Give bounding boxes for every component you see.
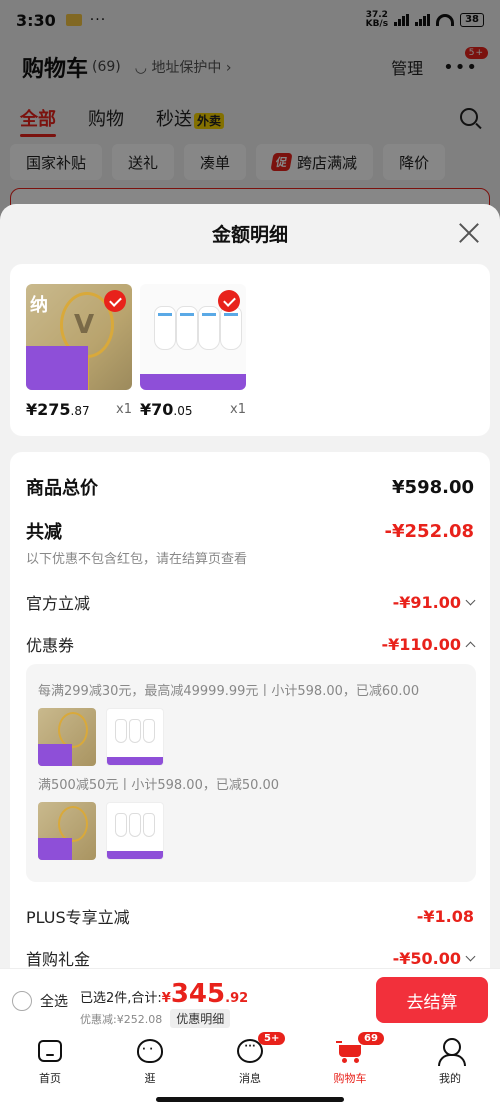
- row-first-purchase[interactable]: 首购礼金 -¥50.00: [26, 946, 476, 968]
- coupon-thumb-racket: [38, 708, 96, 766]
- total-amount: 345: [170, 979, 226, 1009]
- home-indicator[interactable]: [156, 1097, 344, 1102]
- product-image-socks: [140, 284, 246, 390]
- discount-note: 以下优惠不包含红包，请在结算页查看: [26, 552, 248, 567]
- amount-detail-card: 商品总价 ¥598.00 共减 -¥252.08 以下优惠不包含红包，请在结算页…: [10, 452, 490, 968]
- browse-icon: [137, 1039, 163, 1063]
- plus-discount-value: -¥1.08: [416, 906, 474, 926]
- tabbar-me[interactable]: 我的: [400, 1030, 500, 1090]
- product-qty: x1: [116, 402, 132, 417]
- cart-badge: 69: [358, 1032, 384, 1045]
- checkout-button[interactable]: 去结算: [376, 977, 488, 1023]
- row-coupon[interactable]: 优惠券 -¥110.00: [26, 632, 476, 656]
- product-image-racket: V 纳: [26, 284, 132, 390]
- product-price: ¥275.87: [26, 400, 90, 419]
- discount-total-value: -¥252.08: [384, 520, 474, 542]
- coupon-detail-box: 每满299减30元，最高减49999.99元丨小计598.00，已减60.00 …: [26, 664, 476, 882]
- product-socks[interactable]: ¥70.05 x1: [140, 284, 246, 419]
- coupon-thumb-racket: [38, 802, 96, 860]
- row-plus-discount: PLUS专享立减 -¥1.08: [26, 906, 474, 928]
- row-total: 商品总价 ¥598.00: [26, 476, 474, 500]
- tabbar-messages[interactable]: ··· 消息 5+: [200, 1030, 300, 1090]
- first-purchase-value: -¥50.00: [393, 949, 476, 968]
- home-icon: [38, 1040, 62, 1062]
- chevron-down-icon: [465, 595, 476, 605]
- tabbar-browse[interactable]: 逛: [100, 1030, 200, 1090]
- bottom-tab-bar: 首页 逛 ··· 消息 5+ 购物车 69 我的: [0, 1030, 500, 1090]
- select-all-label[interactable]: 全选: [40, 991, 68, 1011]
- coupon-rule-1: 每满299减30元，最高减49999.99元丨小计598.00，已减60.00: [38, 684, 420, 699]
- chevron-down-icon: [465, 951, 476, 961]
- product-qty: x1: [230, 402, 246, 417]
- close-icon[interactable]: [456, 220, 482, 246]
- tabbar-cart[interactable]: 购物车 69: [300, 1030, 400, 1090]
- check-icon: [218, 290, 240, 312]
- checkout-bar: 全选 已选2件,合计: ¥ 345 .92 优惠减:¥252.08 优惠明细 去…: [0, 968, 500, 1030]
- product-price: ¥70.05: [140, 400, 193, 419]
- chevron-up-icon: [465, 641, 476, 651]
- row-discount-total: 共减 -¥252.08: [26, 520, 474, 544]
- check-icon: [104, 290, 126, 312]
- selected-total: 已选2件,合计: ¥ 345 .92: [80, 979, 249, 1009]
- row-official-discount[interactable]: 官方立减 -¥91.00: [26, 590, 476, 614]
- select-all-radio[interactable]: [12, 991, 32, 1011]
- coupon-thumb-socks: [106, 802, 164, 860]
- coupon-value: -¥110.00: [381, 635, 476, 654]
- coupon-thumb-socks: [106, 708, 164, 766]
- coupon-rule-2: 满500减50元丨小计598.00，已减50.00: [38, 778, 280, 793]
- messages-badge: 5+: [258, 1032, 286, 1045]
- product-racket[interactable]: V 纳 ¥275.87 x1: [26, 284, 132, 419]
- discount-detail-button[interactable]: 优惠明细: [170, 1009, 231, 1028]
- sheet-title: 金额明细: [211, 224, 288, 246]
- total-value: ¥598.00: [392, 476, 474, 498]
- official-discount-value: -¥91.00: [393, 593, 476, 612]
- amount-detail-sheet: 金额明细 V 纳 ¥275.87 x1 ¥70.05 x1 商品总价 ¥598.…: [0, 204, 500, 968]
- tabbar-home[interactable]: 首页: [0, 1030, 100, 1090]
- discount-summary: 优惠减:¥252.08 优惠明细: [80, 1009, 231, 1028]
- profile-icon: [437, 1038, 466, 1066]
- products-card: V 纳 ¥275.87 x1 ¥70.05 x1: [10, 264, 490, 436]
